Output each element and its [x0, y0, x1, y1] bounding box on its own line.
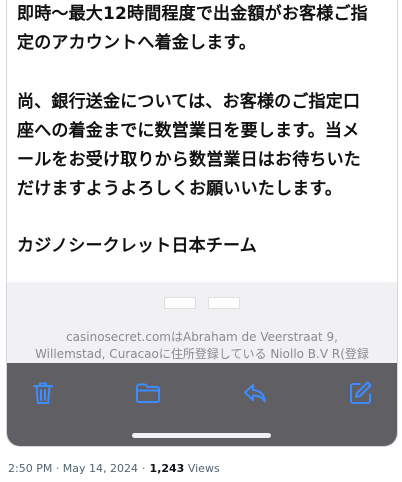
- reply-icon: [244, 384, 266, 403]
- views-label: Views: [187, 462, 220, 475]
- email-paragraph-payout: 即時〜最大12時間程度で出金額がお客様ご指 定のアカウントへ着金します。: [17, 4, 368, 53]
- reply-button[interactable]: [240, 378, 270, 408]
- email-signature: カジノシークレット日本チーム: [17, 236, 257, 256]
- compose-icon: [350, 381, 372, 404]
- email-paragraph-bank-transfer: 尚、銀行送金については、お客様のご指定口 座への着金までに数営業日を要します。当…: [17, 92, 361, 199]
- footer-badge: [208, 297, 240, 309]
- tweet-metadata: 2:50 PM · May 14, 2024 · 1,243 Views: [8, 462, 220, 475]
- email-screenshot: 即時〜最大12時間程度で出金額がお客様ご指 定のアカウントへ着金します。 尚、銀…: [7, 0, 397, 446]
- compose-button[interactable]: [345, 378, 375, 408]
- move-to-folder-button[interactable]: [133, 378, 163, 408]
- folder-icon: [136, 383, 160, 403]
- tweet-timestamp-link[interactable]: 2:50 PM · May 14, 2024: [8, 462, 138, 475]
- trash-button[interactable]: [28, 378, 58, 408]
- footer-badge: [164, 297, 196, 309]
- mail-toolbar: [7, 363, 397, 446]
- home-indicator: [132, 433, 271, 438]
- tweet-image[interactable]: 即時〜最大12時間程度で出金額がお客様ご指 定のアカウントへ着金します。 尚、銀…: [6, 0, 398, 447]
- trash-icon: [33, 382, 53, 404]
- views-count: 1,243: [149, 462, 185, 475]
- meta-separator: ·: [142, 462, 146, 475]
